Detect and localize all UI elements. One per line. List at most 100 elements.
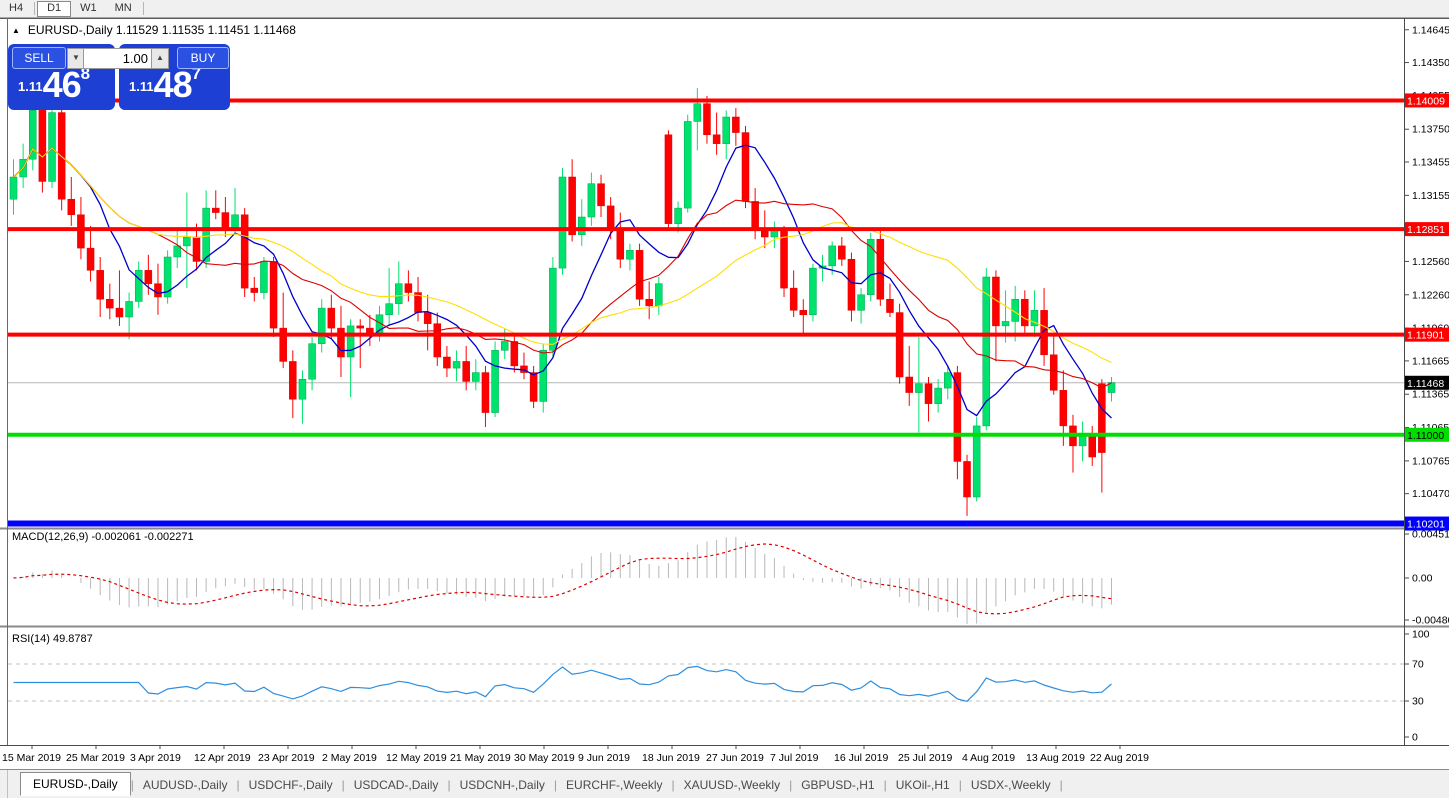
chart-tab-usdcnh-daily[interactable]: USDCNH-,Daily xyxy=(451,774,554,796)
candle xyxy=(983,277,990,426)
candle xyxy=(877,239,884,299)
candle xyxy=(935,388,942,404)
rsi-axis-tick: 100 xyxy=(1412,629,1430,641)
chart-title: EURUSD-,Daily 1.11529 1.11535 1.11451 1.… xyxy=(28,23,296,37)
candle xyxy=(598,184,605,206)
candle xyxy=(530,373,537,402)
candle xyxy=(781,230,788,288)
candle xyxy=(501,341,508,350)
date-axis-label: 16 Jul 2019 xyxy=(834,752,888,764)
candle xyxy=(29,110,36,159)
date-axis-label: 25 Jul 2019 xyxy=(898,752,952,764)
price-chart[interactable]: 1.146451.143501.140551.137501.134551.131… xyxy=(0,0,1449,798)
price-axis-tick: 1.14645 xyxy=(1412,24,1449,36)
candle xyxy=(964,461,971,497)
candle xyxy=(453,361,460,368)
buy-quote-main: 48 xyxy=(154,64,192,105)
date-axis-label: 7 Jul 2019 xyxy=(770,752,819,764)
price-axis-tick: 1.12260 xyxy=(1412,289,1449,301)
chart-tab-audusd-daily[interactable]: AUDUSD-,Daily xyxy=(134,774,237,796)
candle xyxy=(424,313,431,324)
chart-tab-usdcad-daily[interactable]: USDCAD-,Daily xyxy=(345,774,448,796)
candle xyxy=(183,237,190,246)
volume-increase-button[interactable]: ▲ xyxy=(151,48,169,69)
timeframe-button-w1[interactable]: W1 xyxy=(71,1,106,16)
candle xyxy=(569,177,576,235)
candle xyxy=(260,261,267,292)
price-axis-tick: 1.11365 xyxy=(1412,389,1449,401)
rsi-axis-tick: 0 xyxy=(1412,732,1418,744)
candle xyxy=(49,113,56,182)
price-axis-tick: 1.13155 xyxy=(1412,190,1449,202)
candle xyxy=(713,135,720,144)
timeframe-button-mn[interactable]: MN xyxy=(106,1,141,16)
candle xyxy=(309,344,316,380)
sell-button[interactable]: SELL xyxy=(12,47,66,69)
candle xyxy=(463,361,470,381)
date-axis-label: 4 Aug 2019 xyxy=(962,752,1015,764)
chart-tab-eurchf-weekly[interactable]: EURCHF-,Weekly xyxy=(557,774,671,796)
macd-axis-tick: 0.00 xyxy=(1412,573,1433,585)
candle xyxy=(395,284,402,304)
chart-tab-bar: EURUSD-,Daily|AUDUSD-,Daily|USDCHF-,Dail… xyxy=(0,769,1449,798)
chart-tab-usdchf-daily[interactable]: USDCHF-,Daily xyxy=(240,774,342,796)
date-axis-label: 15 Mar 2019 xyxy=(2,752,61,764)
current-price-tag-text: 1.11468 xyxy=(1407,378,1444,390)
price-axis-tick: 1.12560 xyxy=(1412,256,1449,268)
price-axis-tick: 1.13455 xyxy=(1412,157,1449,169)
date-axis-label: 13 Aug 2019 xyxy=(1026,752,1085,764)
candle xyxy=(944,373,951,389)
candle xyxy=(1098,384,1105,453)
rsi-indicator-label: RSI(14) 49.8787 xyxy=(12,633,93,645)
candle xyxy=(752,201,759,228)
date-axis-label: 12 Apr 2019 xyxy=(194,752,251,764)
candle xyxy=(126,301,133,317)
candle xyxy=(626,250,633,259)
candle xyxy=(742,133,749,202)
sell-quote[interactable]: 1.11468 xyxy=(18,64,90,106)
candle xyxy=(1041,310,1048,354)
toolbar-separator xyxy=(34,2,35,15)
chart-tab-gbpusd-h1[interactable]: GBPUSD-,H1 xyxy=(792,774,883,796)
candle xyxy=(684,121,691,208)
candle xyxy=(203,208,210,261)
buy-quote[interactable]: 1.11487 xyxy=(129,64,201,106)
sell-quote-prefix: 1.11 xyxy=(18,79,43,94)
chart-tab-eurusd-daily[interactable]: EURUSD-,Daily xyxy=(20,772,131,796)
candle xyxy=(174,246,181,257)
candle xyxy=(97,270,104,299)
candle xyxy=(145,270,152,283)
chart-tab-usdx-weekly[interactable]: USDX-,Weekly xyxy=(962,774,1060,796)
chart-tab-ukoil-h1[interactable]: UKOil-,H1 xyxy=(887,774,959,796)
candle xyxy=(1050,355,1057,391)
candle xyxy=(694,104,701,122)
candle xyxy=(232,215,239,228)
candle xyxy=(646,299,653,306)
buy-button[interactable]: BUY xyxy=(177,47,229,69)
candle xyxy=(925,384,932,404)
tab-scroll-edge xyxy=(0,770,8,798)
macd-indicator-label: MACD(12,26,9) -0.002061 -0.002271 xyxy=(12,531,194,543)
price-axis-tick: 1.10765 xyxy=(1412,455,1449,467)
timeframe-button-d1[interactable]: D1 xyxy=(37,1,71,17)
candle xyxy=(337,328,344,357)
candle xyxy=(10,177,17,199)
timeframe-toolbar: H4 D1W1MN xyxy=(0,0,1449,18)
volume-input[interactable] xyxy=(83,48,154,69)
candle xyxy=(1002,321,1009,325)
candle xyxy=(867,239,874,295)
candle xyxy=(492,350,499,412)
one-click-trade-widget: SELL ▼ ▲ BUY 1.11468 1.11487 xyxy=(8,44,230,110)
timeframe-button-h4[interactable]: H4 xyxy=(0,1,32,16)
candle xyxy=(212,208,219,212)
candle xyxy=(723,117,730,144)
candle xyxy=(347,326,354,357)
candle xyxy=(896,313,903,377)
candle xyxy=(482,373,489,413)
chart-tab-xauusd-weekly[interactable]: XAUUSD-,Weekly xyxy=(675,774,789,796)
candle xyxy=(732,117,739,133)
date-axis-label: 3 Apr 2019 xyxy=(130,752,181,764)
candle xyxy=(655,284,662,306)
candle xyxy=(829,246,836,266)
collapse-arrow-icon[interactable]: ▲ xyxy=(12,26,20,35)
